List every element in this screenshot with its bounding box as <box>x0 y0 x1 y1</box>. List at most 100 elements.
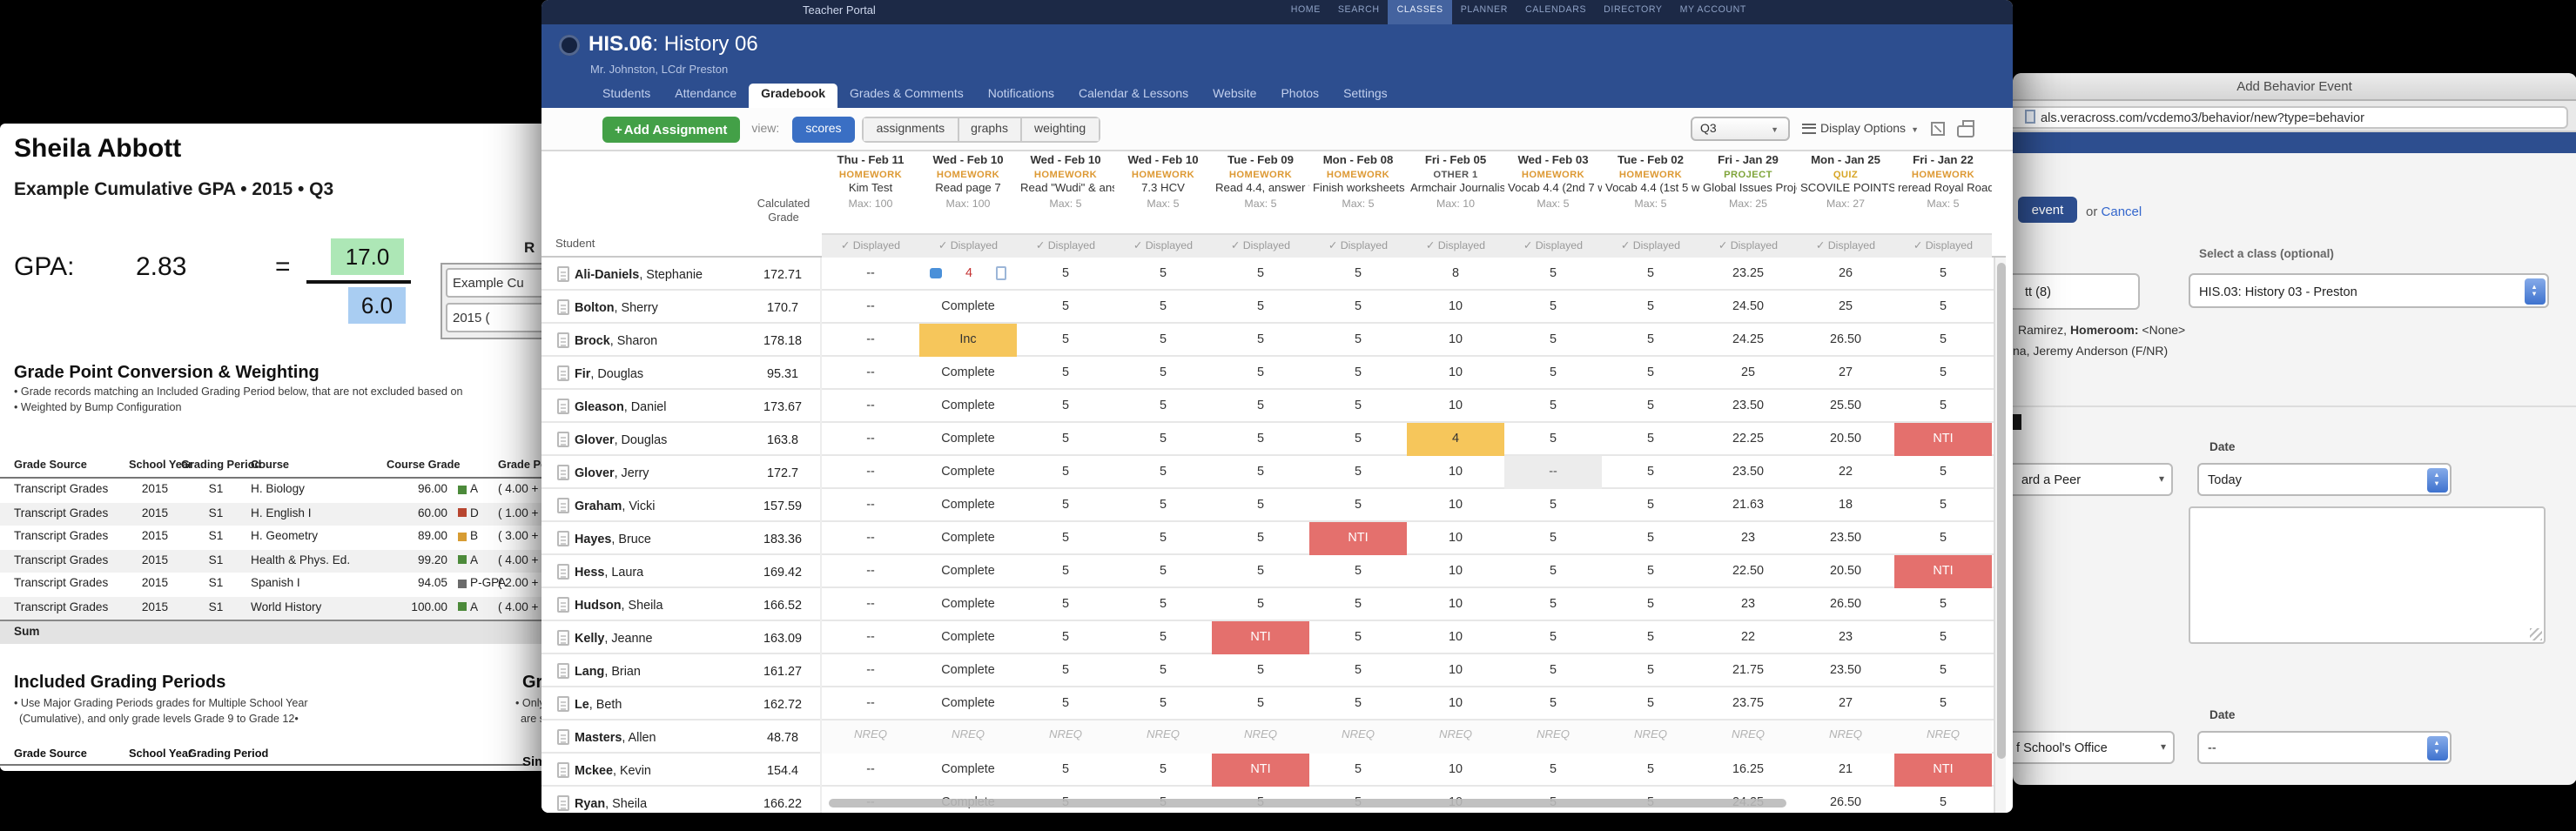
vertical-scrollbar-thumb[interactable] <box>1997 263 2005 759</box>
grade-cell[interactable]: 5 <box>1114 488 1212 521</box>
assignment-displayed-toggle[interactable]: ✓ Displayed <box>1699 233 1797 258</box>
student-name[interactable]: Lang, Brian <box>575 662 745 678</box>
grade-cell[interactable]: 5 <box>1602 356 1699 389</box>
report-type-select[interactable]: Example Cu <box>446 268 541 298</box>
grade-cell[interactable]: 18 <box>1797 488 1894 521</box>
grade-cell[interactable]: 5 <box>1602 753 1699 786</box>
note-icon-cell[interactable] <box>552 662 575 678</box>
report-term-select[interactable]: 2015 ( <box>446 303 541 332</box>
grade-cell[interactable]: 5 <box>1114 653 1212 687</box>
note-icon-cell[interactable] <box>552 629 575 645</box>
tab-settings[interactable]: Settings <box>1331 83 1400 108</box>
grade-cell[interactable]: 5 <box>1602 422 1699 455</box>
grade-cell[interactable]: 23.50 <box>1797 521 1894 554</box>
grade-cell[interactable]: NREQ <box>1407 720 1504 753</box>
assignment-column-header[interactable]: Wed - Feb 03 HOMEWORK Vocab 4.4 (2nd 7 w Ma… <box>1504 151 1602 258</box>
grade-cell[interactable]: 5 <box>1894 687 1992 720</box>
grade-cell[interactable]: 5 <box>1017 356 1114 389</box>
calculated-grade-column-header[interactable]: Calculated Grade <box>745 198 822 228</box>
grade-cell[interactable]: NREQ <box>1602 720 1699 753</box>
grade-cell[interactable]: 5 <box>1017 587 1114 620</box>
grade-cell[interactable]: 5 <box>1212 488 1309 521</box>
topbar-link-calendars[interactable]: CALENDARS <box>1517 0 1595 23</box>
grade-cell[interactable]: 5 <box>1309 554 1407 587</box>
grade-cell[interactable]: 5 <box>1114 554 1212 587</box>
grade-cell[interactable]: -- <box>822 257 919 290</box>
note-icon-cell[interactable] <box>552 497 575 513</box>
note-icon-cell[interactable] <box>552 695 575 711</box>
grade-cell[interactable]: 26.50 <box>1797 786 1894 813</box>
student-name[interactable]: Masters, Allen <box>575 728 745 744</box>
assignment-column-header[interactable]: Tue - Feb 09 HOMEWORK Read 4.4, answer ? Ma… <box>1212 151 1309 258</box>
grade-cell[interactable]: 23.75 <box>1699 687 1797 720</box>
grade-cell[interactable]: 5 <box>1309 323 1407 356</box>
grade-cell[interactable]: 5 <box>1894 290 1992 323</box>
grade-cell[interactable]: 4 <box>1407 422 1504 455</box>
grade-cell[interactable]: Complete <box>919 356 1017 389</box>
grade-cell[interactable]: 5 <box>1114 290 1212 323</box>
grade-cell[interactable]: 5 <box>1894 521 1992 554</box>
grade-cell[interactable]: 5 <box>1212 653 1309 687</box>
grade-cell[interactable]: 21.75 <box>1699 653 1797 687</box>
grade-cell[interactable]: 5 <box>1504 356 1602 389</box>
grade-cell[interactable]: NTI <box>1212 620 1309 653</box>
grade-cell[interactable]: 5 <box>1212 290 1309 323</box>
grade-cell[interactable]: 5 <box>1602 257 1699 290</box>
assignment-column-header[interactable]: Wed - Feb 10 HOMEWORK Read page 7 Max: 100 ✓… <box>919 151 1017 258</box>
grade-cell[interactable]: 10 <box>1407 488 1504 521</box>
grade-cell[interactable]: -- <box>822 653 919 687</box>
grade-cell[interactable]: 5 <box>1504 521 1602 554</box>
assignment-displayed-toggle[interactable]: ✓ Displayed <box>1797 233 1894 258</box>
date-select[interactable]: Today ▲ ▼ <box>2197 463 2452 496</box>
grade-cell[interactable]: Complete <box>919 620 1017 653</box>
student-name[interactable]: Ali-Daniels, Stephanie <box>575 265 745 281</box>
grade-cell[interactable]: -- <box>822 587 919 620</box>
grade-cell[interactable]: NTI <box>1212 753 1309 786</box>
tab-grades-comments[interactable]: Grades & Comments <box>837 83 976 108</box>
grade-cell[interactable]: 27 <box>1797 356 1894 389</box>
office-select-fragment[interactable]: f School's Office ▾ <box>2013 731 2175 764</box>
grade-cell[interactable]: NTI <box>1894 422 1992 455</box>
tab-students[interactable]: Students <box>590 83 662 108</box>
grade-cell[interactable]: NREQ <box>1894 720 1992 753</box>
topbar-link-home[interactable]: HOME <box>1282 0 1329 23</box>
assignment-displayed-toggle[interactable]: ✓ Displayed <box>1407 233 1504 258</box>
grade-cell[interactable]: 5 <box>1504 422 1602 455</box>
student-name[interactable]: Glover, Douglas <box>575 431 745 446</box>
description-textarea[interactable] <box>2189 506 2546 644</box>
student-name[interactable]: Hess, Laura <box>575 563 745 579</box>
grade-cell[interactable]: 5 <box>1894 786 1992 813</box>
student-name[interactable]: Bolton, Sherry <box>575 298 745 314</box>
print-icon[interactable] <box>1957 119 1974 137</box>
student-name[interactable]: Hudson, Sheila <box>575 596 745 612</box>
grade-cell[interactable]: 5 <box>1114 521 1212 554</box>
grade-cell[interactable]: 5 <box>1017 554 1114 587</box>
grade-cell[interactable]: NREQ <box>822 720 919 753</box>
grade-cell[interactable]: 5 <box>1309 290 1407 323</box>
grade-cell[interactable]: NTI <box>1894 554 1992 587</box>
student-name[interactable]: Fir, Douglas <box>575 365 745 380</box>
grade-cell[interactable]: 5 <box>1017 257 1114 290</box>
tab-attendance[interactable]: Attendance <box>662 83 749 108</box>
cancel-link[interactable]: Cancel <box>2102 204 2142 219</box>
grade-cell[interactable]: 10 <box>1407 323 1504 356</box>
grade-cell[interactable]: Complete <box>919 290 1017 323</box>
date-select-2[interactable]: -- ▲ ▼ <box>2197 731 2452 764</box>
grade-cell[interactable]: -- <box>822 323 919 356</box>
grade-cell[interactable]: NREQ <box>1504 720 1602 753</box>
display-options-button[interactable]: Display Options ▼ <box>1801 123 1919 135</box>
grade-cell[interactable]: 5 <box>1894 620 1992 653</box>
grade-cell[interactable]: 5 <box>1212 323 1309 356</box>
grade-cell[interactable]: 10 <box>1407 687 1504 720</box>
grade-cell[interactable]: 5 <box>1504 687 1602 720</box>
grade-cell[interactable]: 5 <box>1017 323 1114 356</box>
grade-cell[interactable]: 5 <box>1602 488 1699 521</box>
grade-cell[interactable]: 23.50 <box>1797 653 1894 687</box>
grade-cell[interactable]: 5 <box>1504 753 1602 786</box>
grade-cell[interactable]: 5 <box>1894 653 1992 687</box>
grade-cell[interactable]: 20.50 <box>1797 554 1894 587</box>
grade-cell[interactable]: 10 <box>1407 356 1504 389</box>
assignment-displayed-toggle[interactable]: ✓ Displayed <box>1017 233 1114 258</box>
grade-cell[interactable]: 22.50 <box>1699 554 1797 587</box>
assignment-column-header[interactable]: Wed - Feb 10 HOMEWORK Read "Wudi" & ans Max… <box>1017 151 1114 258</box>
